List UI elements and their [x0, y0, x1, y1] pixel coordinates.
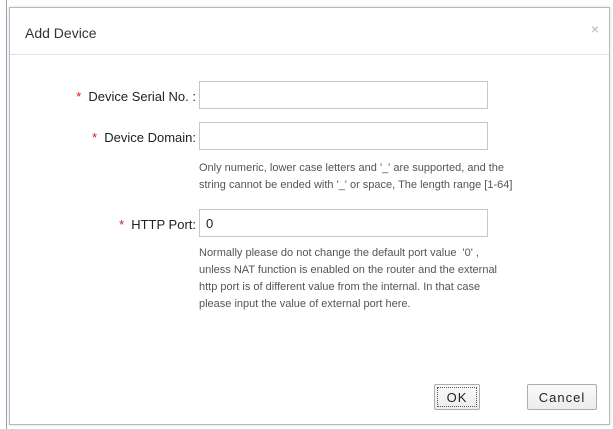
dialog-titlebar: Add Device × [10, 8, 609, 55]
http-port-hint-line: unless NAT function is enabled on the ro… [199, 264, 498, 276]
http-port-label-text: HTTP Port: [131, 217, 196, 232]
http-port-hint-line: http port is of different value from the… [199, 281, 481, 293]
add-device-dialog: Add Device × * Device Serial No. : * Devic… [9, 7, 610, 425]
backdrop-edge [6, 0, 7, 429]
domain-hint-line: Only numeric, lower case letters and '_'… [199, 162, 505, 174]
serial-label-text: Device Serial No. : [88, 89, 196, 104]
ok-button[interactable]: OK [434, 384, 480, 410]
required-mark: * [92, 130, 98, 145]
required-mark: * [119, 217, 125, 232]
http-port-label: * HTTP Port: [119, 217, 196, 232]
cancel-button[interactable]: Cancel [527, 384, 597, 410]
http-port-hint-line: please input the value of external port … [199, 298, 411, 310]
http-port-input[interactable] [199, 209, 488, 237]
domain-hint: Only numeric, lower case letters and '_'… [199, 160, 599, 194]
serial-label: * Device Serial No. : [76, 89, 196, 104]
required-mark: * [76, 89, 82, 104]
dialog-title: Add Device [25, 25, 97, 41]
close-icon[interactable]: × [591, 22, 599, 36]
http-port-hint: Normally please do not change the defaul… [199, 245, 599, 313]
serial-number-input[interactable] [199, 81, 488, 109]
domain-label-text: Device Domain: [104, 130, 196, 145]
device-domain-input[interactable] [199, 122, 488, 150]
domain-label: * Device Domain: [92, 130, 196, 145]
domain-hint-line: string cannot be ended with '_' or space… [199, 179, 513, 191]
http-port-hint-line: Normally please do not change the defaul… [199, 247, 479, 259]
